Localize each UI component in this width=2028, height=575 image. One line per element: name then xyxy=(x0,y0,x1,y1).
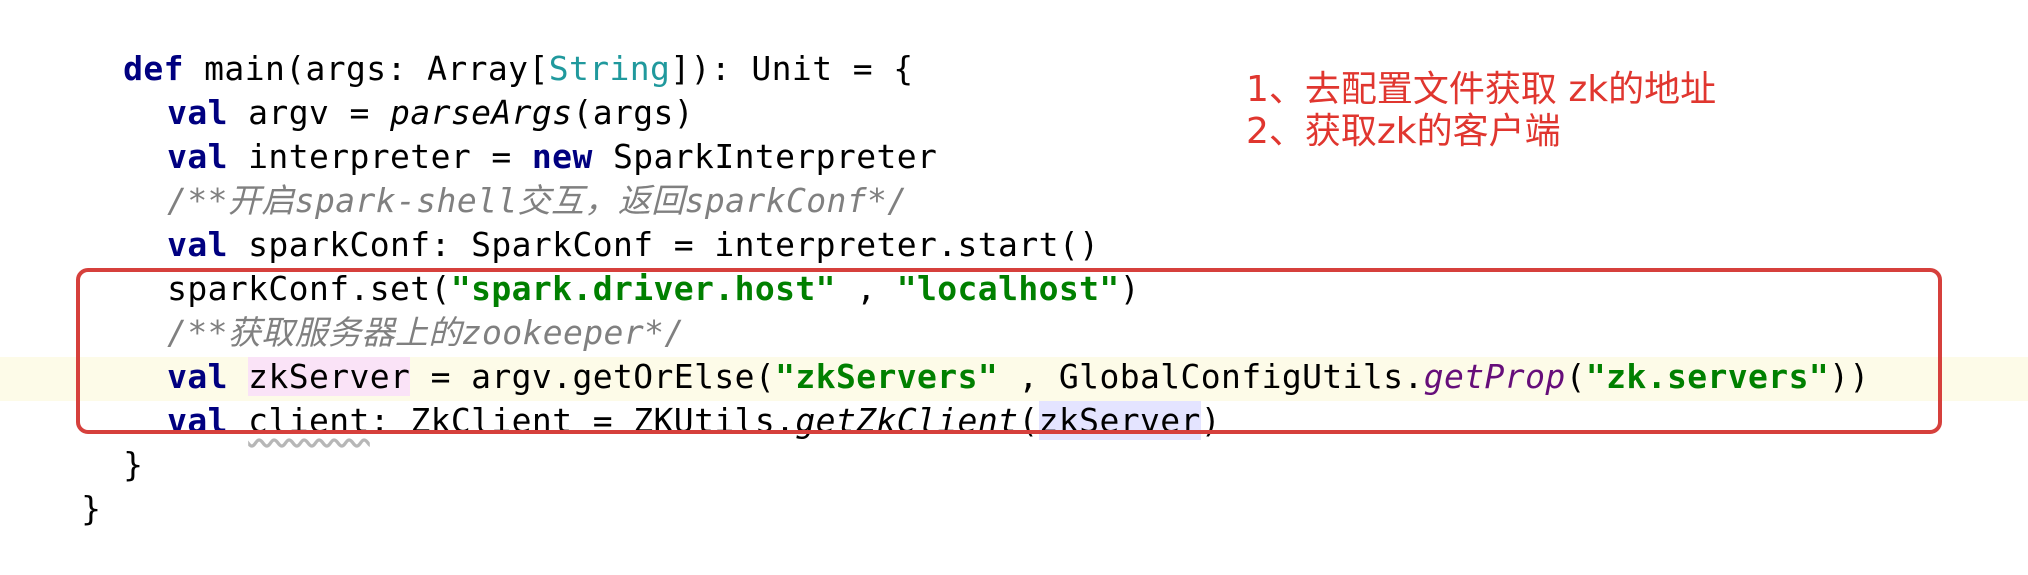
code-line-11[interactable]: } xyxy=(0,443,101,528)
code-line-2[interactable]: val argv = parseArgs(args) xyxy=(86,47,694,132)
code-line-6[interactable]: sparkConf.set("spark.driver.host" , "loc… xyxy=(86,223,1140,308)
signature-end: ]): Unit = { xyxy=(670,49,914,88)
code-line-1[interactable]: def main(args: Array[String]): Unit = { xyxy=(42,3,914,88)
code-editor[interactable]: def main(args: Array[String]): Unit = { … xyxy=(0,0,2028,528)
annotation-note-2: 2、获取zk的客户端 xyxy=(1246,111,1561,152)
highlight-box xyxy=(76,268,1942,434)
code-line-5[interactable]: val sparkConf: SparkConf = interpreter.s… xyxy=(86,179,1099,264)
code-line-3[interactable]: val interpreter = new SparkInterpreter xyxy=(86,91,937,176)
annotation-note-1: 1、去配置文件获取 zk的地址 xyxy=(1246,69,1717,110)
closing-brace: } xyxy=(123,445,144,484)
code-line-4[interactable]: /**开启spark-shell交互，返回sparkConf*/ xyxy=(86,135,908,220)
closing-brace: } xyxy=(81,489,102,528)
